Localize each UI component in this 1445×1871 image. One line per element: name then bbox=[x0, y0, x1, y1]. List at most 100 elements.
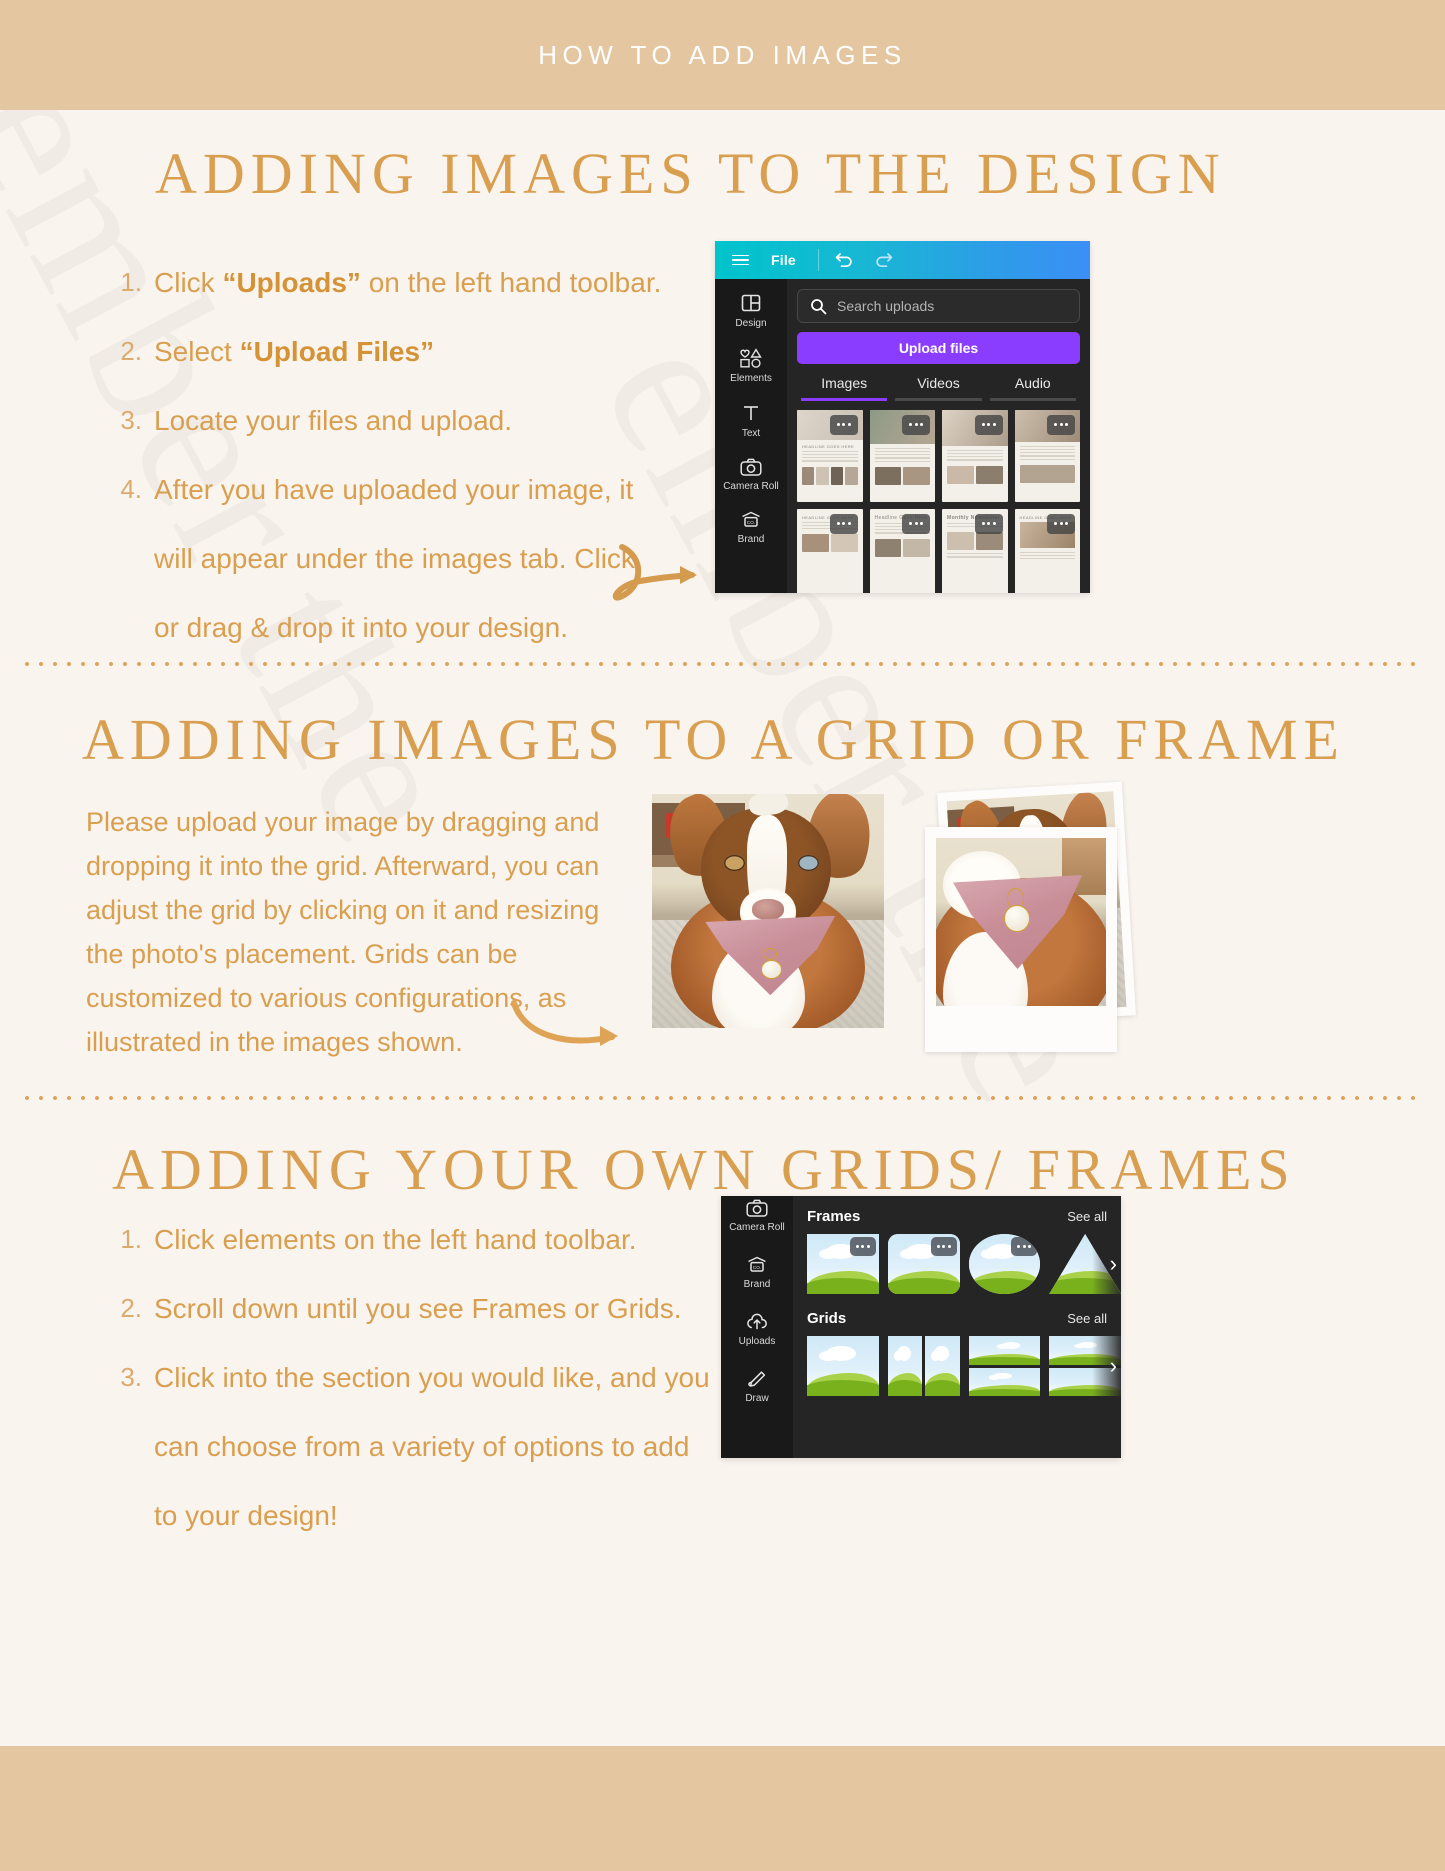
upload-thumbnail[interactable]: HEADLINE GOES HERE bbox=[1014, 508, 1080, 593]
sidebar-label: Text bbox=[741, 428, 761, 439]
tab-audio[interactable]: Audio bbox=[986, 375, 1080, 398]
frame-menu-button[interactable] bbox=[1011, 1237, 1038, 1256]
canva-uploads-panel[interactable]: File Design Elements Text Camera Roll CO… bbox=[715, 241, 1090, 593]
thumbnail-menu-button[interactable] bbox=[902, 414, 930, 435]
list-number: 4. bbox=[120, 474, 142, 504]
frames-row[interactable]: › bbox=[807, 1234, 1121, 1294]
thumbnail-title: HEADLINE GOES HERE bbox=[802, 443, 855, 449]
sidebar-label: Camera Roll bbox=[723, 481, 779, 492]
curved-arrow-icon bbox=[511, 1000, 618, 1046]
thumbnail-menu-button[interactable] bbox=[829, 513, 858, 534]
grids-group-header: Grids See all bbox=[807, 1310, 1121, 1327]
list-item: 3. Click into the section you would like… bbox=[108, 1343, 728, 1550]
list-text: Locate your files and upload. bbox=[142, 386, 512, 455]
canva-elements-panel[interactable]: Camera Roll CO. Brand Uploads Draw Frame… bbox=[721, 1196, 1121, 1458]
list-number: 3. bbox=[120, 1362, 142, 1392]
undo-icon[interactable] bbox=[835, 251, 855, 269]
sidebar-item-design[interactable]: Design bbox=[735, 292, 767, 329]
step-text-after: on the left hand toolbar. bbox=[360, 267, 662, 298]
grids-row[interactable]: › bbox=[807, 1336, 1121, 1396]
list-item: 2. Select “Upload Files” bbox=[108, 317, 688, 386]
section3-steps: 1. Click elements on the left hand toolb… bbox=[108, 1205, 728, 1550]
canva-uploads-pane: Search uploads Upload files Images Video… bbox=[787, 279, 1090, 593]
frames-next-arrow-icon[interactable]: › bbox=[1110, 1253, 1117, 1275]
thumbnail-menu-button[interactable] bbox=[829, 414, 858, 435]
hamburger-icon[interactable] bbox=[732, 254, 749, 266]
tab-images[interactable]: Images bbox=[797, 375, 891, 398]
list-item: 1. Click “Uploads” on the left hand tool… bbox=[108, 248, 688, 317]
redo-icon[interactable] bbox=[873, 251, 893, 269]
section2-heading: ADDING IMAGES TO A GRID OR FRAME bbox=[82, 707, 1345, 772]
uploads-tabs[interactable]: Images Videos Audio bbox=[797, 375, 1080, 398]
upload-thumbnail[interactable] bbox=[869, 409, 935, 502]
upload-thumbnail[interactable]: Monthly Newsletter bbox=[942, 508, 1008, 593]
list-text: Scroll down until you see Frames or Grid… bbox=[154, 1293, 682, 1324]
grid-item-two-columns[interactable] bbox=[887, 1336, 960, 1396]
brand-icon: CO. bbox=[742, 511, 760, 527]
grids-next-arrow-icon[interactable]: › bbox=[1110, 1355, 1117, 1377]
sidebar-item-elements[interactable]: Elements bbox=[730, 347, 772, 384]
search-input[interactable]: Search uploads bbox=[797, 289, 1080, 323]
canva-left-rail[interactable]: Camera Roll CO. Brand Uploads Draw bbox=[721, 1196, 793, 1458]
frame-menu-button[interactable] bbox=[930, 1237, 957, 1256]
camera-icon bbox=[746, 1199, 768, 1217]
camera-icon bbox=[740, 458, 762, 476]
sidebar-label: Camera Roll bbox=[729, 1222, 785, 1233]
uploads-thumbnail-grid[interactable]: HEADLINE GOES HERE HEADLINE GOES HERE He… bbox=[797, 409, 1080, 593]
tab-underline-active bbox=[801, 398, 888, 401]
sidebar-label: Draw bbox=[745, 1393, 769, 1404]
grid-photo-large[interactable] bbox=[652, 794, 884, 1028]
sidebar-item-camera-roll[interactable]: Camera Roll bbox=[723, 457, 779, 492]
sidebar-label: Design bbox=[735, 318, 767, 329]
upload-files-button[interactable]: Upload files bbox=[797, 332, 1080, 364]
sidebar-item-uploads[interactable]: Uploads bbox=[739, 1312, 775, 1347]
frames-title: Frames bbox=[807, 1208, 861, 1225]
frames-group-header: Frames See all bbox=[807, 1208, 1121, 1225]
upload-thumbnail[interactable]: HEADLINE GOES HERE bbox=[797, 409, 863, 502]
tab-underline bbox=[797, 398, 1080, 401]
upload-thumbnail[interactable] bbox=[1014, 409, 1080, 502]
step-text-before: Click bbox=[154, 267, 223, 298]
sidebar-item-draw[interactable]: Draw bbox=[745, 1369, 769, 1404]
list-number: 1. bbox=[120, 1224, 142, 1254]
grid-item-two-rows[interactable] bbox=[968, 1336, 1041, 1396]
frame-item-rounded[interactable] bbox=[887, 1234, 960, 1294]
thumbnail-menu-button[interactable] bbox=[974, 513, 1003, 534]
file-menu-button[interactable]: File bbox=[771, 252, 796, 268]
search-icon bbox=[811, 298, 827, 314]
toolbar-divider bbox=[817, 249, 819, 271]
section-divider bbox=[20, 662, 1425, 666]
tab-underline-inactive bbox=[989, 398, 1076, 401]
list-text: Click into the section you would like, a… bbox=[154, 1362, 710, 1531]
frame-item-square[interactable] bbox=[807, 1234, 879, 1294]
grid-item-single[interactable] bbox=[807, 1336, 879, 1396]
thumbnail-menu-button[interactable] bbox=[1047, 513, 1075, 534]
thumbnail-menu-button[interactable] bbox=[974, 414, 1003, 435]
upload-thumbnail[interactable] bbox=[942, 409, 1008, 502]
brand-icon: CO. bbox=[748, 1256, 766, 1272]
sidebar-item-brand[interactable]: CO. Brand bbox=[738, 510, 764, 545]
sidebar-label: Elements bbox=[730, 373, 772, 384]
tab-underline-inactive bbox=[895, 398, 982, 401]
canva-elements-pane: Frames See all › Grids See all › bbox=[793, 1196, 1121, 1458]
sidebar-item-brand[interactable]: CO. Brand bbox=[744, 1255, 770, 1290]
dog-closeup-photo bbox=[936, 838, 1106, 1006]
grid-photo-polaroid-front[interactable] bbox=[925, 827, 1117, 1052]
upload-thumbnail[interactable]: Headline Goes Here bbox=[869, 508, 935, 593]
svg-text:CO.: CO. bbox=[747, 520, 755, 525]
thumbnail-menu-button[interactable] bbox=[902, 513, 930, 534]
upload-thumbnail[interactable]: HEADLINE GOES HERE bbox=[797, 508, 863, 593]
frames-see-all-link[interactable]: See all bbox=[1067, 1209, 1107, 1224]
sidebar-item-text[interactable]: Text bbox=[740, 402, 762, 439]
frame-item-circle[interactable] bbox=[968, 1234, 1041, 1294]
layout-icon bbox=[741, 294, 761, 312]
section3-heading: ADDING YOUR OWN GRIDS/ FRAMES bbox=[112, 1137, 1296, 1202]
list-item: 3. Locate your files and upload. bbox=[108, 386, 688, 455]
thumbnail-menu-button[interactable] bbox=[1047, 414, 1075, 435]
tab-videos[interactable]: Videos bbox=[891, 375, 985, 398]
list-number: 2. bbox=[120, 1293, 142, 1323]
canva-left-rail[interactable]: Design Elements Text Camera Roll CO. Bra… bbox=[715, 279, 787, 593]
frame-menu-button[interactable] bbox=[849, 1237, 876, 1256]
sidebar-item-camera-roll[interactable]: Camera Roll bbox=[729, 1198, 785, 1233]
grids-see-all-link[interactable]: See all bbox=[1067, 1311, 1107, 1326]
